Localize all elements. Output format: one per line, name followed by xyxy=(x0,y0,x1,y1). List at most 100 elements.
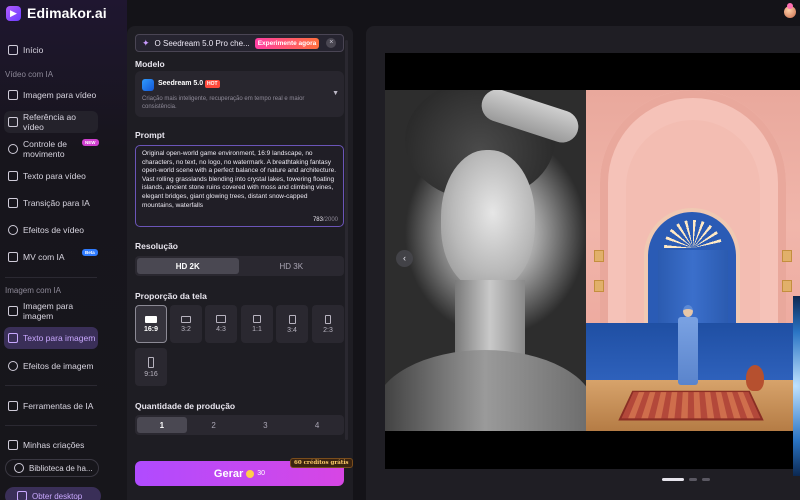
sidebar-item-ai-tools[interactable]: Ferramentas de IA xyxy=(4,399,98,413)
try-now-button[interactable]: Experimente agora xyxy=(254,37,320,49)
promo-banner[interactable]: ✦ O Seedream 5.0 Pro che... Experimente … xyxy=(135,34,344,52)
sidebar-divider xyxy=(5,277,97,278)
char-max: /2000 xyxy=(322,217,338,223)
model-name: Seedream 5.0 xyxy=(158,80,204,87)
sidebar-item-image-to-video[interactable]: Imagem para vídeo xyxy=(4,84,98,106)
home-icon xyxy=(8,45,18,55)
sidebar-item-reference-video[interactable]: Referência ao vídeo xyxy=(4,111,98,133)
generate-cost: 30 xyxy=(257,470,266,477)
sidebar-item-home[interactable]: Início xyxy=(4,43,98,57)
quantity-option-4[interactable]: 4 xyxy=(292,417,342,433)
seedream-model-icon xyxy=(142,79,154,91)
ratio-option-3-4[interactable]: 3:4 xyxy=(276,305,308,343)
char-count: 783 xyxy=(312,217,323,223)
carousel-dot[interactable] xyxy=(662,478,684,481)
ratio-3-2-icon xyxy=(181,315,191,323)
model-selector[interactable]: Seedream 5.0 HOT Criação mais inteligent… xyxy=(135,71,344,117)
download-icon xyxy=(17,491,27,500)
ratio-9-16-icon xyxy=(148,356,154,368)
quantity-label: Quantidade de produção xyxy=(135,401,236,411)
prompt-label: Prompt xyxy=(135,130,165,140)
resolution-label: Resolução xyxy=(135,241,178,251)
avatar-icon xyxy=(784,3,796,18)
ratio-option-3-2[interactable]: 3:2 xyxy=(170,305,202,343)
ratio-option-4-3[interactable]: 4:3 xyxy=(205,305,237,343)
ratio-option-9-16[interactable]: 9:16 xyxy=(135,348,167,386)
preview-carousel xyxy=(385,53,800,469)
reference-video-icon xyxy=(8,117,18,127)
ai-tools-icon xyxy=(8,401,18,411)
sidebar-item-label: Imagem para vídeo xyxy=(23,90,97,100)
ratio-3-4-icon xyxy=(288,314,296,324)
carousel-indicators xyxy=(662,478,710,481)
ratio-label: 2:3 xyxy=(323,326,333,334)
free-credits-badge: 60 créditos grátis xyxy=(290,458,353,468)
sidebar-item-label: Transição para IA xyxy=(23,198,90,208)
sidebar-item-label: Início xyxy=(23,45,44,55)
ratio-option-1-1[interactable]: 1:1 xyxy=(241,305,273,343)
section-title-image: Imagem com IA xyxy=(5,286,62,295)
app-window: ▶ Edimakor.ai Início Vídeo com IA Imagem… xyxy=(0,0,800,500)
sidebar-item-text-to-image[interactable]: Texto para imagem xyxy=(4,327,98,349)
brand[interactable]: ▶ Edimakor.ai xyxy=(6,4,107,22)
sidebar-item-label: Ferramentas de IA xyxy=(23,401,94,411)
hot-badge: HOT xyxy=(205,80,220,88)
motion-control-icon xyxy=(8,144,18,154)
vase xyxy=(746,365,764,391)
resolution-option-2k[interactable]: HD 2K xyxy=(137,258,239,274)
portrait-face xyxy=(441,150,535,290)
generate-label: Gerar xyxy=(213,467,244,480)
quantity-selector: 1 2 3 4 xyxy=(135,415,344,435)
sidebar-item-label: Imagem para imagem xyxy=(23,301,74,321)
sparkle-icon: ✦ xyxy=(142,37,150,48)
sidebar-item-my-creations[interactable]: Minhas criações xyxy=(4,438,98,452)
user-avatar[interactable] xyxy=(782,3,800,22)
quantity-option-3[interactable]: 3 xyxy=(241,417,291,433)
chevron-down-icon: ▼ xyxy=(332,90,339,97)
carousel-dot[interactable] xyxy=(689,478,697,481)
image-effects-icon xyxy=(8,361,18,371)
get-desktop-button[interactable]: Obter desktop xyxy=(5,487,101,500)
sidebar-item-image-effects[interactable]: Efeitos de imagem xyxy=(4,359,98,373)
preview-area: ‹ xyxy=(366,26,800,500)
sidebar-item-image-to-image[interactable]: Imagem para imagem xyxy=(4,300,98,322)
image-to-image-icon xyxy=(8,306,18,316)
ratio-option-16-9[interactable]: 16:9 xyxy=(135,305,167,343)
resolution-option-3k[interactable]: HD 3K xyxy=(241,258,343,274)
library-button[interactable]: Biblioteca de ha... xyxy=(5,459,99,477)
ratio-1-1-icon xyxy=(253,315,261,323)
sidebar-item-video-effects[interactable]: Efeitos de vídeo xyxy=(4,223,98,237)
sidebar-item-label: MV com IA xyxy=(23,252,65,262)
ratio-label: 9:16 xyxy=(144,370,158,378)
model-label: Modelo xyxy=(135,59,165,69)
sidebar-item-label: Referência ao vídeo xyxy=(23,112,76,132)
sidebar-item-label: Efeitos de imagem xyxy=(23,361,94,371)
ratio-option-2-3[interactable]: 2:3 xyxy=(312,305,344,343)
quantity-option-1[interactable]: 1 xyxy=(137,417,187,433)
ratio-4-3-icon xyxy=(216,315,226,323)
sample-image-doorway xyxy=(586,90,800,431)
sidebar-item-text-to-video[interactable]: Texto para vídeo xyxy=(4,169,98,183)
sidebar-item-label: Efeitos de vídeo xyxy=(23,225,84,235)
sidebar-divider xyxy=(5,385,97,386)
sidebar-item-label: Texto para imagem xyxy=(23,333,96,343)
model-description: Criação mais inteligente, recuperação em… xyxy=(142,96,305,110)
previous-slide-button[interactable]: ‹ xyxy=(396,250,413,267)
close-icon[interactable]: × xyxy=(326,38,337,48)
quantity-option-2[interactable]: 2 xyxy=(189,417,239,433)
transition-icon xyxy=(8,198,18,208)
beta-badge: Beta xyxy=(82,249,98,256)
text-to-video-icon xyxy=(8,171,18,181)
prompt-text[interactable]: Original open-world game environment, 16… xyxy=(142,150,340,212)
music-video-icon xyxy=(8,252,18,262)
carousel-dot[interactable] xyxy=(702,478,710,481)
library-icon xyxy=(14,463,24,473)
panel-scrollbar[interactable] xyxy=(345,40,348,440)
sidebar-item-transition[interactable]: Transição para IA xyxy=(4,196,98,210)
sidebar: ▶ Edimakor.ai Início Vídeo com IA Imagem… xyxy=(0,0,127,500)
text-to-image-icon xyxy=(8,333,18,343)
prompt-input[interactable]: Original open-world game environment, 16… xyxy=(135,145,344,227)
credit-coin-icon xyxy=(246,469,255,478)
new-badge: NEW xyxy=(82,139,99,146)
image-to-video-icon xyxy=(8,90,18,100)
